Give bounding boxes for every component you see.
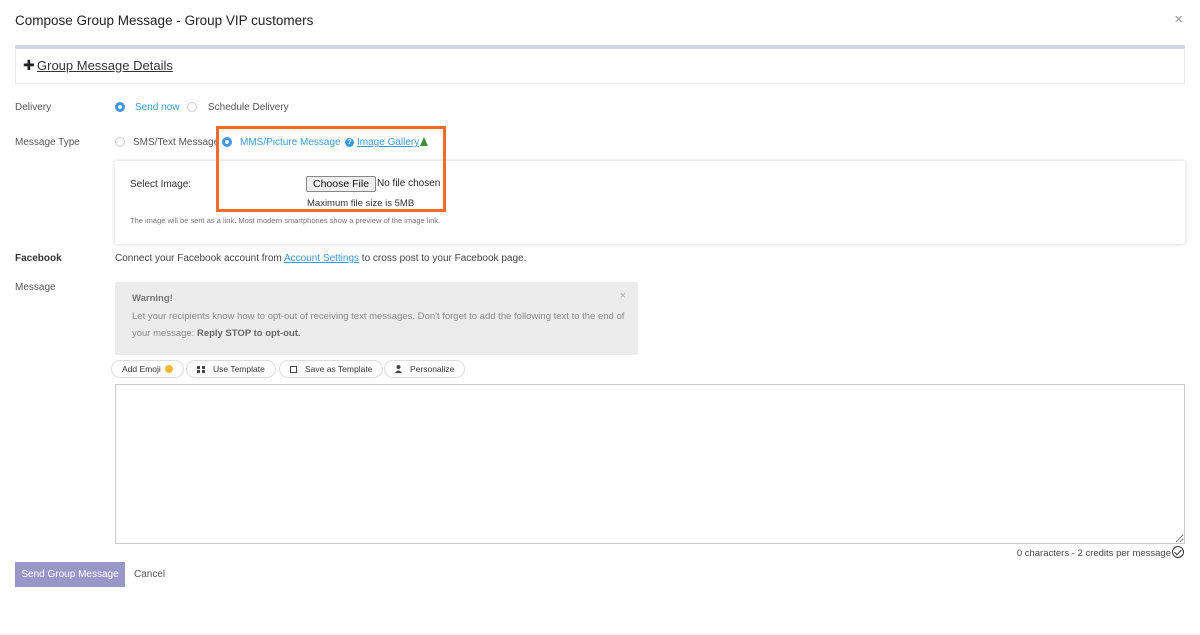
sms-label[interactable]: SMS/Text Message	[133, 137, 219, 148]
plus-icon: ✚	[23, 57, 35, 73]
send-group-message-button[interactable]: Send Group Message	[15, 562, 125, 587]
grid-icon	[197, 366, 205, 373]
group-details-header[interactable]: ✚ Group Message Details	[15, 49, 1185, 84]
add-emoji-button[interactable]: Add Emoji	[111, 360, 185, 378]
warning-body: Let your recipients know how to opt-out …	[132, 308, 627, 342]
sms-radio[interactable]	[115, 137, 125, 147]
character-counter: 0 characters - 2 credits per message	[1016, 548, 1171, 559]
highlight-box	[216, 126, 446, 212]
use-template-label: Use Template	[213, 364, 265, 374]
message-label: Message	[15, 282, 56, 293]
schedule-delivery-radio[interactable]	[187, 102, 197, 112]
group-details-link[interactable]: Group Message Details	[37, 58, 173, 73]
personalize-button[interactable]: Personalize	[384, 360, 466, 378]
save-icon	[290, 366, 297, 373]
send-now-label[interactable]: Send now	[135, 102, 179, 113]
add-emoji-label: Add Emoji	[122, 364, 161, 374]
facebook-text-before: Connect your Facebook account from	[115, 253, 284, 264]
facebook-label: Facebook	[15, 253, 62, 264]
schedule-delivery-label[interactable]: Schedule Delivery	[208, 102, 289, 113]
message-type-label: Message Type	[15, 137, 80, 148]
save-template-button[interactable]: Save as Template	[279, 360, 384, 378]
modal-title: Compose Group Message - Group VIP custom…	[15, 13, 314, 28]
delivery-label: Delivery	[15, 102, 52, 113]
warning-alert: Warning! × Let your recipients know how …	[115, 282, 638, 355]
warning-bold-text: Reply STOP to opt-out.	[196, 328, 301, 339]
select-image-label: Select Image:	[130, 179, 192, 190]
image-hint-text: The image will be sent as a link. Most m…	[130, 216, 441, 225]
save-template-label: Save as Template	[305, 364, 373, 374]
account-settings-link[interactable]: Account Settings	[284, 253, 359, 264]
emoji-icon	[165, 365, 174, 373]
check-circle-icon	[1172, 546, 1184, 558]
personalize-label: Personalize	[410, 364, 455, 374]
use-template-button[interactable]: Use Template	[186, 360, 276, 378]
user-icon	[395, 362, 402, 378]
send-now-radio[interactable]	[115, 102, 125, 112]
facebook-text-after: to cross post to your Facebook page.	[359, 253, 527, 264]
cancel-link[interactable]: Cancel	[134, 569, 165, 580]
message-textarea[interactable]	[115, 384, 1185, 544]
warning-close-icon[interactable]: ×	[620, 290, 626, 302]
close-icon[interactable]: ×	[1174, 12, 1183, 27]
warning-title: Warning!	[132, 293, 173, 304]
facebook-text: Connect your Facebook account from Accou…	[115, 253, 526, 264]
